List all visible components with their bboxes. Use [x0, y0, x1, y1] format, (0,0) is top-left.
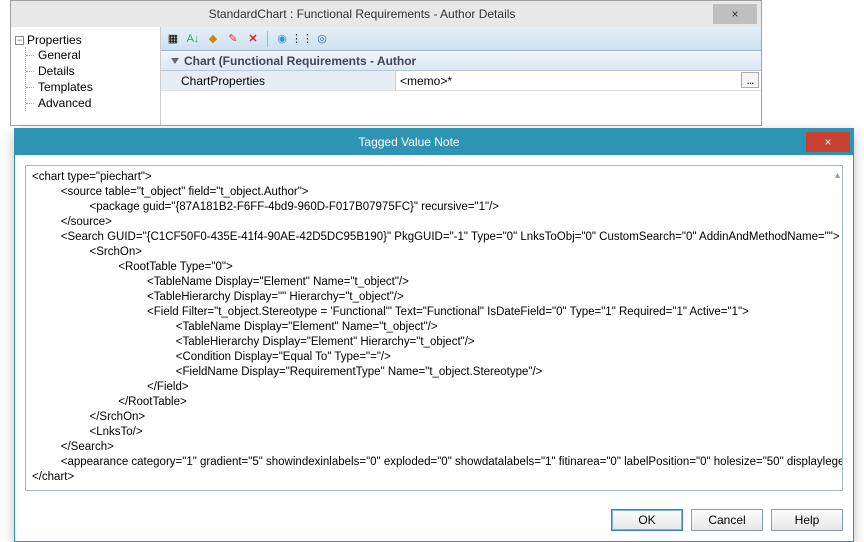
properties-tree: − Properties General Details Templates A…: [11, 27, 161, 125]
button-label: Cancel: [708, 513, 745, 527]
window-titlebar: StandardChart : Functional Requirements …: [11, 1, 761, 27]
toolbar: ▦ A↓ ◆ ✎ ✕ ◉ ⋮⋮ ◎: [161, 27, 761, 51]
tagged-value-note-dialog: Tagged Value Note × <chart type="piechar…: [14, 128, 854, 542]
ellipsis-icon: ...: [746, 73, 753, 87]
button-label: Help: [795, 513, 820, 527]
cancel-button[interactable]: Cancel: [691, 509, 763, 531]
edit-icon[interactable]: ✎: [225, 31, 241, 47]
tag-icon[interactable]: ◉: [274, 31, 290, 47]
tree-item-label: Details: [38, 64, 75, 78]
grid-row-chartproperties[interactable]: ChartProperties <memo>* ...: [161, 71, 761, 91]
scrollbar-up-icon[interactable]: ▴: [835, 170, 840, 181]
tree-collapse-icon[interactable]: −: [15, 36, 24, 45]
note-textarea[interactable]: <chart type="piechart"> <source table="t…: [25, 165, 843, 491]
dialog-close-button[interactable]: ×: [806, 132, 850, 152]
close-icon: ×: [713, 7, 757, 21]
toolbar-separator: [267, 31, 268, 47]
grid-cell-value[interactable]: <memo>* ...: [396, 71, 761, 90]
tree-item-label: General: [38, 48, 81, 62]
dialog-title: Tagged Value Note: [15, 135, 803, 149]
tree-item-details[interactable]: Details: [34, 63, 156, 79]
grid-cell-name: ChartProperties: [161, 71, 396, 90]
standardchart-window: StandardChart : Functional Requirements …: [10, 0, 762, 126]
delete-icon[interactable]: ✕: [245, 31, 261, 47]
tree-item-label: Templates: [38, 80, 93, 94]
tree-item-general[interactable]: General: [34, 47, 156, 63]
window-body: − Properties General Details Templates A…: [11, 27, 761, 125]
memo-ellipsis-button[interactable]: ...: [741, 72, 759, 88]
close-icon: ×: [806, 135, 850, 149]
window-title: StandardChart : Functional Requirements …: [11, 7, 713, 21]
sort-asc-icon[interactable]: A↓: [185, 31, 201, 47]
tree-item-advanced[interactable]: Advanced: [34, 95, 156, 111]
help-icon[interactable]: ◎: [314, 31, 330, 47]
property-value: <memo>*: [400, 74, 452, 88]
tree-children: General Details Templates Advanced: [25, 47, 156, 111]
tree-item-label: Advanced: [38, 96, 91, 110]
dialog-body: <chart type="piechart"> <source table="t…: [15, 155, 853, 501]
grid-header-label: Chart (Functional Requirements - Author: [184, 54, 416, 68]
right-panel: ▦ A↓ ◆ ✎ ✕ ◉ ⋮⋮ ◎ Chart (Functional Requ…: [161, 27, 761, 125]
tree-root-label: Properties: [27, 33, 82, 47]
dialog-titlebar[interactable]: Tagged Value Note ×: [15, 129, 853, 155]
ok-button[interactable]: OK: [611, 509, 683, 531]
property-name: ChartProperties: [181, 74, 265, 88]
options-icon[interactable]: ⋮⋮: [294, 31, 310, 47]
expand-arrow-icon: [171, 58, 179, 64]
sort-desc-icon[interactable]: ◆: [205, 31, 221, 47]
grid-header[interactable]: Chart (Functional Requirements - Author: [161, 51, 761, 71]
button-label: OK: [638, 513, 655, 527]
window-close-button[interactable]: ×: [713, 4, 757, 24]
help-button[interactable]: Help: [771, 509, 843, 531]
note-content: <chart type="piechart"> <source table="t…: [32, 170, 836, 485]
tree-root-properties[interactable]: − Properties: [15, 33, 156, 47]
dialog-button-row: OK Cancel Help: [15, 501, 853, 541]
categorize-icon[interactable]: ▦: [165, 31, 181, 47]
tree-item-templates[interactable]: Templates: [34, 79, 156, 95]
